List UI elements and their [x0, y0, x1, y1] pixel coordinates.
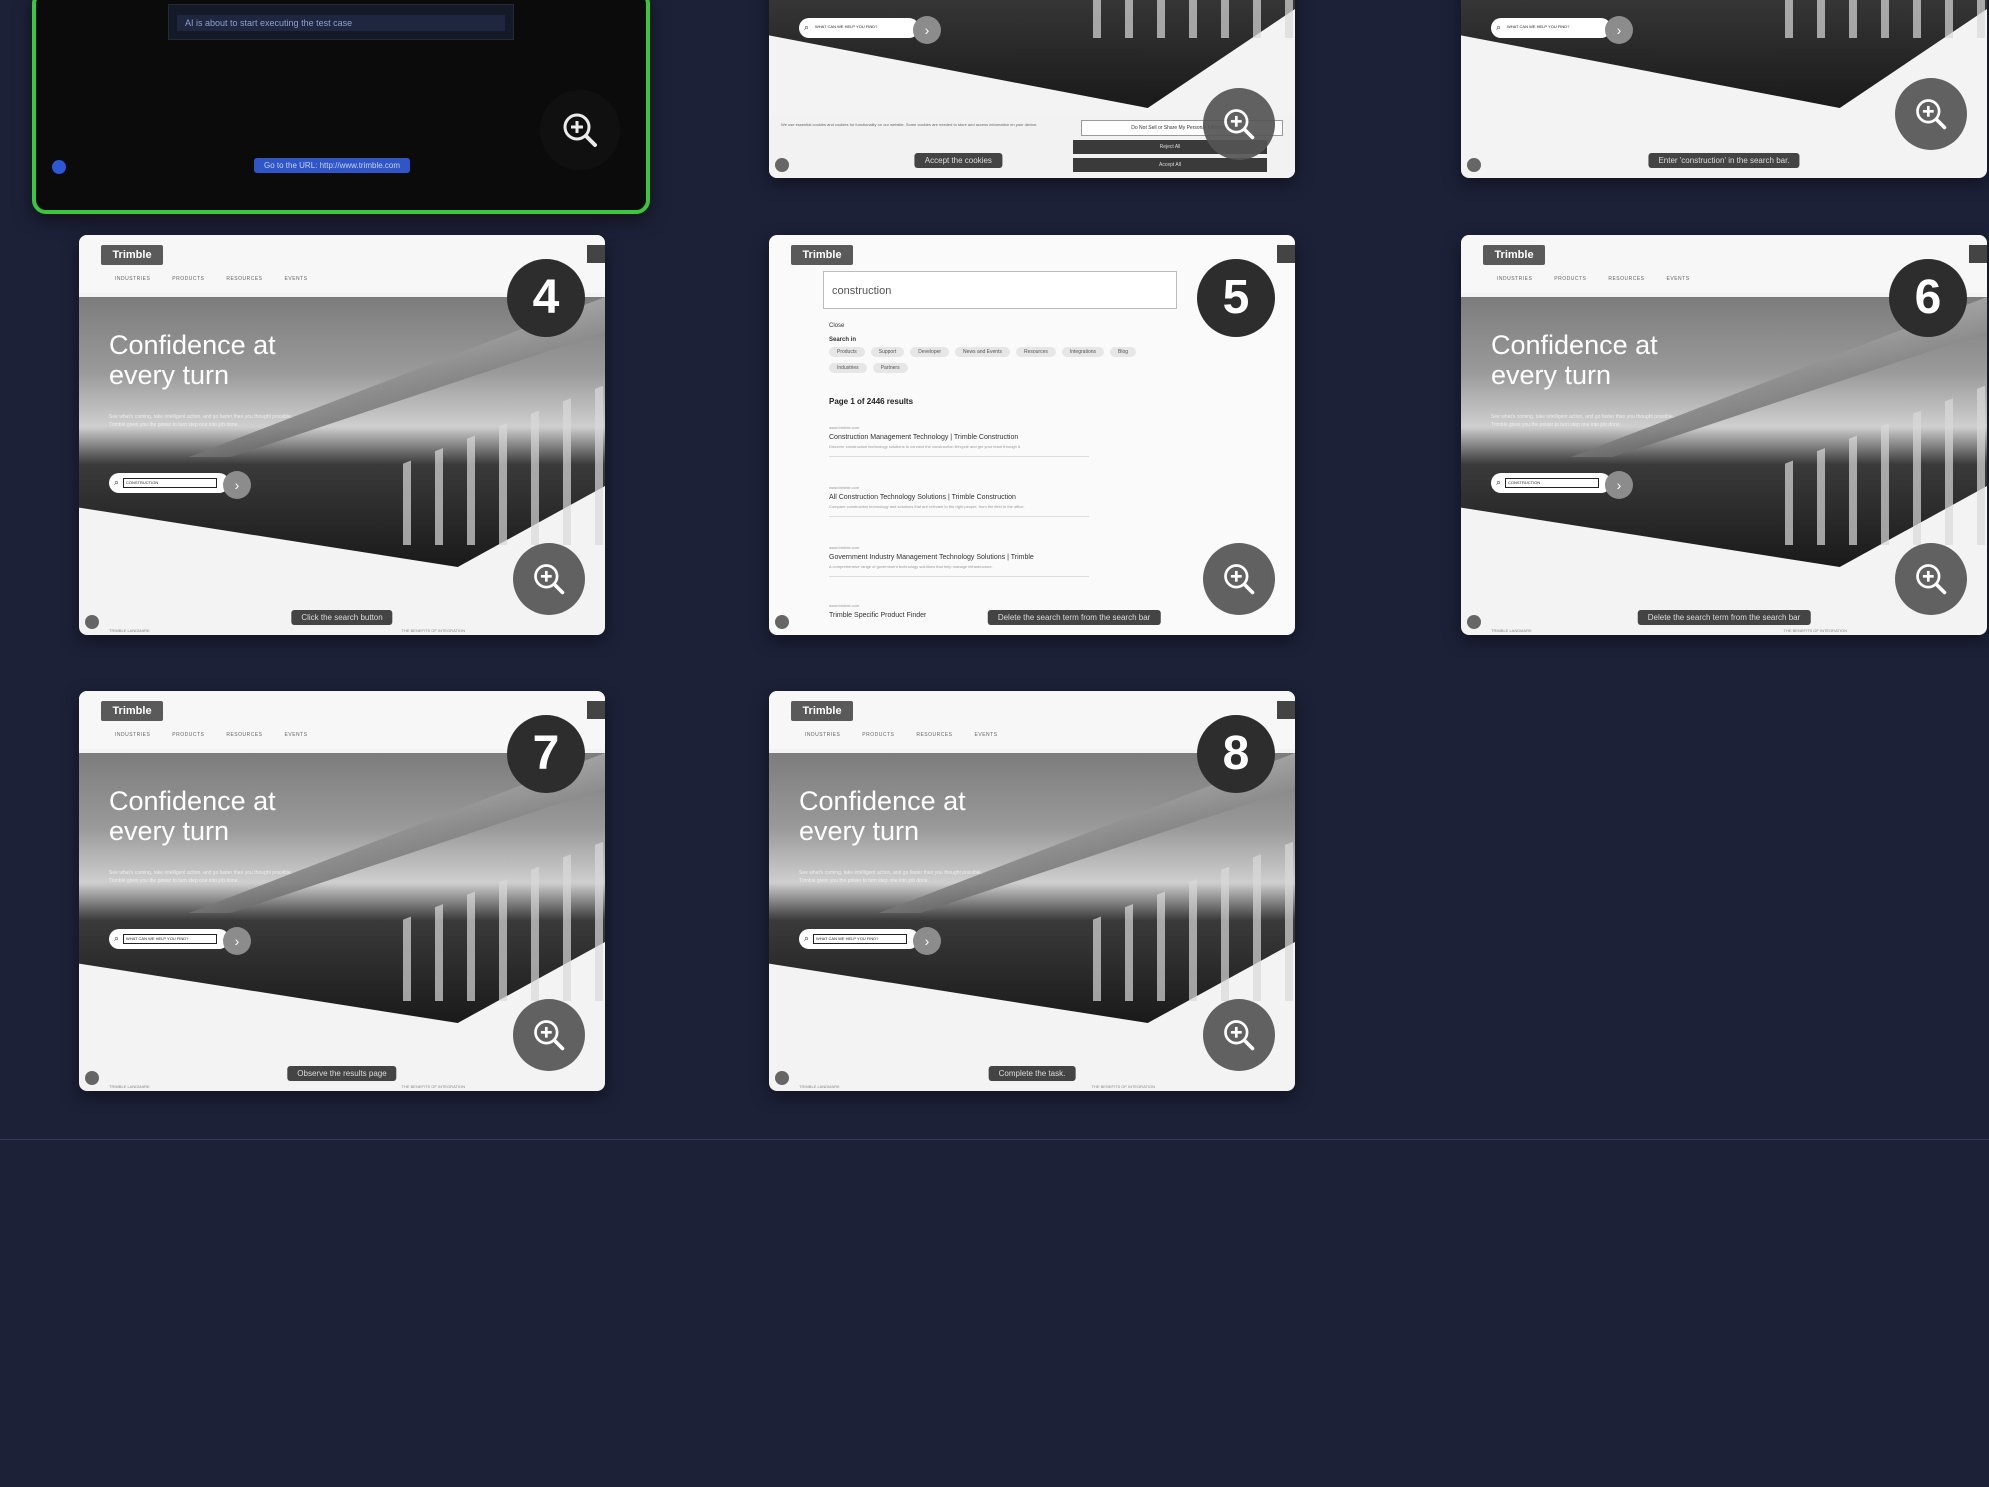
- info-icon: [85, 1071, 99, 1085]
- hero-heading: Confidence at every turn: [1491, 330, 1658, 390]
- search-icon: ⌕: [804, 22, 810, 32]
- site-nav: INDUSTRIES PRODUCTS RESOURCES EVENTS: [115, 276, 308, 282]
- results-search-input: construction: [823, 271, 1177, 309]
- info-icon: [1467, 158, 1481, 172]
- trimble-logo: Trimble: [101, 245, 163, 265]
- filter-chips: Products Support Developer News and Events R…: [829, 347, 1169, 373]
- zoom-button[interactable]: [513, 543, 585, 615]
- search-icon: ⌕: [1496, 22, 1502, 32]
- zoom-in-icon: [534, 1020, 565, 1051]
- zoom-in-icon: [563, 113, 597, 147]
- log-panel: AI is about to start executing the test …: [168, 4, 514, 40]
- zoom-button[interactable]: [1895, 78, 1967, 150]
- info-icon: [1467, 615, 1481, 629]
- section-divider: [0, 1139, 1989, 1140]
- step-caption: Accept the cookies: [914, 153, 1002, 168]
- hero-heading: Confidence at every turn: [109, 330, 276, 390]
- zoom-button[interactable]: [1203, 999, 1275, 1071]
- hero-search-input: ⌕ WHAT CAN WE HELP YOU FIND?: [109, 929, 229, 949]
- step-card-2[interactable]: ⌕ WHAT CAN WE HELP YOU FIND? › We use ess…: [769, 0, 1295, 178]
- search-submit-icon: ›: [913, 927, 941, 955]
- zoom-button[interactable]: [1203, 543, 1275, 615]
- hero-search-input: ⌕ CONSTRUCTION: [109, 473, 229, 493]
- zoom-button[interactable]: [1203, 88, 1275, 160]
- site-nav: INDUSTRIES PRODUCTS RESOURCES EVENTS: [115, 732, 308, 738]
- step-card-6[interactable]: Trimble INDUSTRIES PRODUCTS RESOURCES EVENT…: [1461, 235, 1987, 635]
- hero-search-input: ⌕ CONSTRUCTION: [1491, 473, 1611, 493]
- info-icon: [775, 158, 789, 172]
- zoom-button[interactable]: [1895, 543, 1967, 615]
- trimble-logo: Trimble: [1483, 245, 1545, 265]
- hero-subtext: See what's coming, take intelligent acti…: [799, 870, 983, 884]
- zoom-in-icon: [1224, 564, 1255, 595]
- info-icon: [85, 615, 99, 629]
- zoom-in-icon: [1916, 564, 1947, 595]
- hero-subtext: See what's coming, take intelligent acti…: [109, 414, 293, 428]
- step-caption: Observe the results page: [287, 1066, 397, 1081]
- step-caption: Go to the URL: http://www.trimble.com: [254, 158, 411, 173]
- list-item: www.trimble.com All Construction Technolo…: [829, 485, 1089, 517]
- hero-search-input: ⌕ WHAT CAN WE HELP YOU FIND?: [1491, 18, 1611, 38]
- search-icon: ⌕: [114, 933, 120, 943]
- hero-heading: Confidence at every turn: [109, 786, 276, 846]
- zoom-in-icon: [1224, 1020, 1255, 1051]
- search-submit-icon: ›: [1605, 471, 1633, 499]
- step-card-7[interactable]: Trimble INDUSTRIES PRODUCTS RESOURCES EVENT…: [79, 691, 605, 1091]
- search-submit-icon: ›: [1605, 16, 1633, 44]
- step-caption: Enter 'construction' in the search bar.: [1648, 153, 1800, 168]
- search-icon: ⌕: [114, 477, 120, 487]
- search-submit-icon: ›: [223, 471, 251, 499]
- step-card-5[interactable]: Trimble construction Close Search in Pro…: [769, 235, 1295, 635]
- step-caption: Click the search button: [291, 610, 393, 625]
- trimble-logo: Trimble: [791, 701, 853, 721]
- hero-subtext: See what's coming, take intelligent acti…: [109, 870, 293, 884]
- step-caption: Complete the task.: [988, 1066, 1076, 1081]
- step-number-badge: 4: [507, 259, 585, 337]
- trimble-logo: Trimble: [791, 245, 853, 265]
- step-card-4[interactable]: Trimble INDUSTRIES PRODUCTS RESOURCES EVENT…: [79, 235, 605, 635]
- step-number-badge: 8: [1197, 715, 1275, 793]
- zoom-in-icon: [534, 564, 565, 595]
- hero-search-input: ⌕ WHAT CAN WE HELP YOU FIND?: [799, 18, 919, 38]
- list-item: www.trimble.com Government Industry Manag…: [829, 545, 1089, 577]
- zoom-in-icon: [1224, 109, 1255, 140]
- step-card-3[interactable]: ⌕ WHAT CAN WE HELP YOU FIND? › Enter 'con…: [1461, 0, 1987, 178]
- site-nav: INDUSTRIES PRODUCTS RESOURCES EVENTS: [1497, 276, 1690, 282]
- search-icon: ⌕: [804, 933, 810, 943]
- search-submit-icon: ›: [913, 16, 941, 44]
- results-count: Page 1 of 2446 results: [829, 397, 914, 406]
- step-caption: Delete the search term from the search b…: [987, 610, 1161, 625]
- zoom-in-icon: [1916, 99, 1947, 130]
- hero-search-input: ⌕ WHAT CAN WE HELP YOU FIND?: [799, 929, 919, 949]
- info-icon: [775, 615, 789, 629]
- hero-subtext: See what's coming, take intelligent acti…: [1491, 414, 1675, 428]
- step-number-badge: 5: [1197, 259, 1275, 337]
- site-nav: INDUSTRIES PRODUCTS RESOURCES EVENTS: [805, 732, 998, 738]
- step-caption: Delete the search term from the search b…: [1637, 610, 1811, 625]
- search-icon: ⌕: [1496, 477, 1502, 487]
- log-line: AI is about to start executing the test …: [177, 15, 505, 31]
- step-number-badge: 7: [507, 715, 585, 793]
- active-step-card[interactable]: AI is about to start executing the test …: [32, 0, 650, 214]
- status-dot-icon: [52, 160, 66, 174]
- info-icon: [775, 1071, 789, 1085]
- hero-heading: Confidence at every turn: [799, 786, 966, 846]
- list-item: www.trimble.com Construction Management T…: [829, 425, 1089, 457]
- step-number-badge: 6: [1889, 259, 1967, 337]
- step-card-8[interactable]: Trimble INDUSTRIES PRODUCTS RESOURCES EVENT…: [769, 691, 1295, 1091]
- zoom-button[interactable]: [513, 999, 585, 1071]
- zoom-button[interactable]: [540, 90, 620, 170]
- search-submit-icon: ›: [223, 927, 251, 955]
- trimble-logo: Trimble: [101, 701, 163, 721]
